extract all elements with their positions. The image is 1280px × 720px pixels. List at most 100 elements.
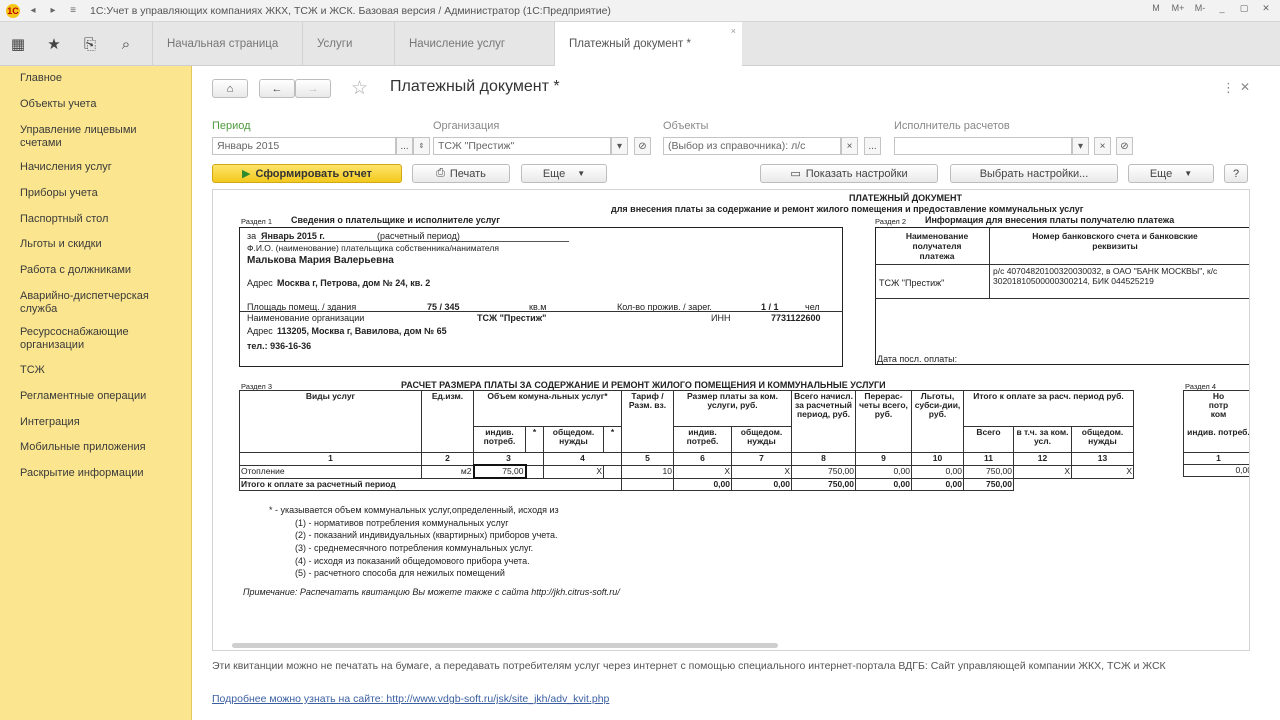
row-common-x: X <box>543 464 604 479</box>
row-unit: м2 <box>421 464 474 479</box>
tab-services[interactable]: Услуги <box>302 22 394 66</box>
memory-minus-icon[interactable]: M- <box>1192 3 1208 14</box>
inn-value: 7731122600 <box>771 313 821 323</box>
sidebar-item-tsj[interactable]: ТСЖ <box>20 364 180 377</box>
home-button[interactable]: ⌂ <box>212 79 248 98</box>
section1-title: Сведения о плательщике и исполнителе усл… <box>291 215 500 225</box>
search-icon[interactable]: ⌕ <box>108 36 144 53</box>
sidebar-item-accounting-objects[interactable]: Объекты учета <box>20 98 180 111</box>
total-empty <box>621 477 674 491</box>
col-number: 2 <box>421 452 474 466</box>
bank-details: р/с 40704820100320030032, в ОАО "БАНК МО… <box>993 266 1218 286</box>
back-arrow-icon[interactable]: ◂ <box>26 4 40 18</box>
head-total-pay: Итого к оплате за расч. период руб. <box>962 390 1135 427</box>
maximize-icon[interactable]: ▢ <box>1236 3 1252 14</box>
tab-payment-document[interactable]: Платежный документ * × <box>554 22 742 67</box>
executor-open-icon[interactable]: ⊘ <box>1116 137 1133 155</box>
section4-head-indiv: индив. потреб. <box>1187 427 1250 437</box>
row-volume-cell[interactable]: 75,00 <box>472 464 527 479</box>
more-actions-button[interactable]: Еще ▼ <box>521 164 607 183</box>
window-title: 1С:Учет в управляющих компаниях ЖКХ, ТСЖ… <box>90 4 611 17</box>
row-service: Отопление <box>239 464 422 479</box>
doc-subtitle: для внесения платы за содержание и ремон… <box>611 204 1084 214</box>
col-number: 4 <box>543 452 622 466</box>
organization-open-icon[interactable]: ⊘ <box>634 137 651 155</box>
objects-select-button[interactable]: ... <box>864 137 881 155</box>
head-tariff: Тариф / Разм. вз. <box>621 390 674 453</box>
menu-icon[interactable]: ≡ <box>66 4 80 18</box>
col-number: 3 <box>473 452 544 466</box>
sidebar-item-personal-accounts[interactable]: Управление лицевыми счетами <box>20 124 180 150</box>
report-note: Примечание: Распечатать квитанцию Вы мож… <box>243 587 620 597</box>
total-row: Итого к оплате за расчетный период 0,00 … <box>239 477 1134 491</box>
show-settings-button[interactable]: ▭ Показать настройки <box>760 164 938 183</box>
sidebar-item-mobile-apps[interactable]: Мобильные приложения <box>20 441 180 454</box>
row-benefits: 0,00 <box>911 464 964 479</box>
settlement-period-caption: (расчетный период) <box>377 231 460 241</box>
horizontal-scrollbar[interactable] <box>232 643 778 648</box>
forward-arrow-icon[interactable]: ▸ <box>46 4 60 18</box>
more-info-link[interactable]: Подробнее можно узнать на сайте: http://… <box>212 693 609 705</box>
table-row: Отопление м2 75,00 X 10 X X 750,00 0,00 … <box>239 464 1135 479</box>
head-recalc: Перерас-четы всего, руб. <box>855 390 912 453</box>
more-menu-icon[interactable]: ⋮ <box>1222 80 1235 96</box>
print-button[interactable]: ⎙ Печать <box>412 164 510 183</box>
sidebar-item-passport-office[interactable]: Паспортный стол <box>20 213 180 226</box>
section1-label: Раздел 1 <box>241 217 273 226</box>
sidebar-item-disclosure[interactable]: Раскрытие информации <box>20 467 180 480</box>
more-label: Еще <box>542 167 566 180</box>
section2-title: Информация для внесения платы получателю… <box>925 215 1175 225</box>
organization-dropdown-icon[interactable]: ▾ <box>611 137 628 155</box>
memory-icon[interactable]: M <box>1148 3 1164 14</box>
app-logo-icon: 1С <box>6 3 20 18</box>
executor-input[interactable] <box>894 137 1072 155</box>
objects-input[interactable]: (Выбор из справочника): л/с <box>663 137 841 155</box>
objects-clear-icon[interactable]: × <box>841 137 858 155</box>
sidebar-item-benefits[interactable]: Льготы и скидки <box>20 238 180 251</box>
sidebar-item-resource-suppliers[interactable]: Ресурсоснабжающие организации <box>20 326 180 352</box>
sidebar-item-emergency[interactable]: Аварийно-диспетчерская служба <box>20 290 180 316</box>
sidebar-item-meters[interactable]: Приборы учета <box>20 187 180 200</box>
apps-icon[interactable]: ▦ <box>0 35 36 53</box>
sidebar-item-debtors[interactable]: Работа с должниками <box>20 264 180 277</box>
more-actions-button-2[interactable]: Еще ▼ <box>1128 164 1214 183</box>
head-common-3: общедом. нужды <box>1070 426 1135 453</box>
close-window-icon[interactable]: ✕ <box>1258 3 1274 14</box>
inn-label: ИНН <box>711 313 731 323</box>
choose-settings-button[interactable]: Выбрать настройки... <box>950 164 1118 183</box>
sidebar-item-service-accruals[interactable]: Начисления услуг <box>20 161 180 174</box>
period-input[interactable]: Январь 2015 <box>212 137 396 155</box>
forward-button[interactable]: → <box>295 79 331 98</box>
help-button[interactable]: ? <box>1224 164 1248 183</box>
organization-input[interactable]: ТСЖ "Престиж" <box>433 137 611 155</box>
close-form-icon[interactable]: ✕ <box>1240 80 1250 94</box>
minimize-icon[interactable]: _ <box>1214 3 1230 14</box>
tab-accruals[interactable]: Начисление услуг <box>394 22 554 66</box>
close-tab-icon[interactable]: × <box>731 26 736 36</box>
favorite-star-icon[interactable]: ☆ <box>351 77 368 100</box>
head-total: Всего <box>963 426 1014 453</box>
page-title: Платежный документ * <box>390 78 560 95</box>
tab-label: Начисление услуг <box>409 38 506 50</box>
generate-report-button[interactable]: ▶ Сформировать отчет <box>212 164 402 183</box>
recipient-head: Наименование получателя платежа <box>905 231 969 261</box>
back-button[interactable]: ← <box>259 79 295 98</box>
total-v6: 750,00 <box>963 477 1014 491</box>
period-select-button[interactable]: ... <box>396 137 413 155</box>
sidebar-item-integration[interactable]: Интеграция <box>20 416 180 429</box>
bottom-note: Эти квитанции можно не печатать на бумаг… <box>212 660 1166 672</box>
sidebar-item-main[interactable]: Главное <box>20 72 180 85</box>
section4-head: Но потр ком индив. потреб. <box>1183 390 1250 453</box>
head-indiv: индив. потреб. <box>473 426 526 453</box>
executor-clear-icon[interactable]: × <box>1094 137 1111 155</box>
tab-home[interactable]: Начальная страница <box>152 22 302 66</box>
star-icon[interactable]: ★ <box>36 35 72 53</box>
period-stepper[interactable]: ⇕ <box>413 137 430 155</box>
executor-dropdown-icon[interactable]: ▾ <box>1072 137 1089 155</box>
head-total-accrued: Всего начисл. за расчетный период, руб. <box>791 390 856 453</box>
sidebar-item-regulatory[interactable]: Регламентные операции <box>20 390 180 403</box>
memory-plus-icon[interactable]: M+ <box>1170 3 1186 14</box>
history-icon[interactable]: ⎘ <box>72 36 108 53</box>
doc-title: ПЛАТЕЖНЫЙ ДОКУМЕНТ <box>849 193 962 203</box>
printer-icon: ⎙ <box>436 167 445 179</box>
